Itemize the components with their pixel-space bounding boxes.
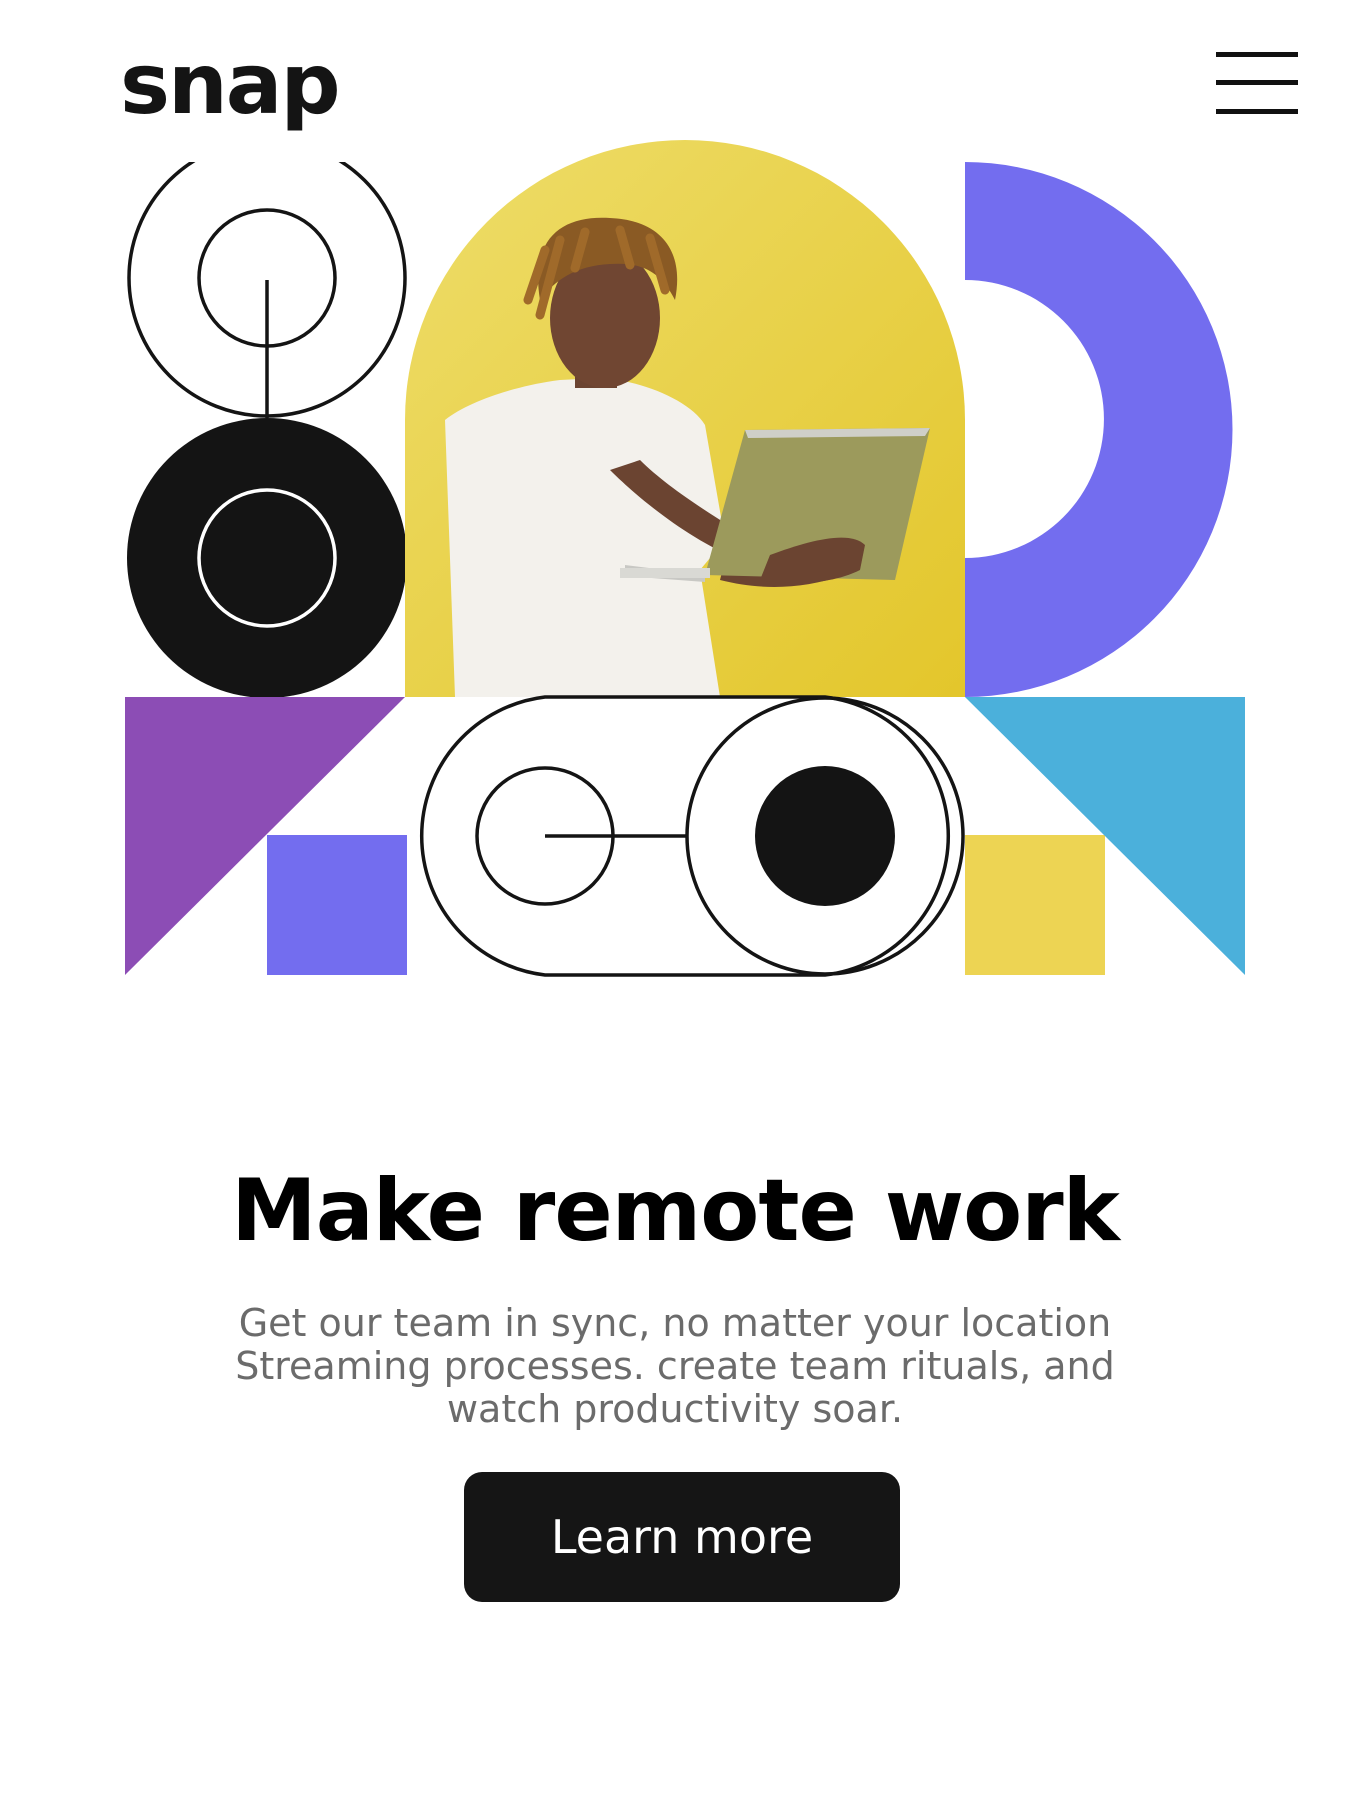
violet-d-shape [965, 162, 1233, 697]
yellow-square [965, 835, 1105, 975]
landing-page: snap Make remote work Get our team in sy… [0, 0, 1350, 1800]
hero-illustration [125, 140, 1245, 977]
pill-outline-shape [419, 695, 965, 977]
learn-more-button[interactable]: Learn more [464, 1472, 900, 1602]
person-with-laptop-photo [405, 140, 965, 697]
black-circle-ring [127, 418, 407, 698]
description: Get our team in sync, no matter your loc… [235, 1301, 1115, 1431]
headline: Make remote work [231, 1161, 1120, 1261]
violet-square [267, 835, 407, 975]
outline-circle-top-left [127, 162, 407, 418]
